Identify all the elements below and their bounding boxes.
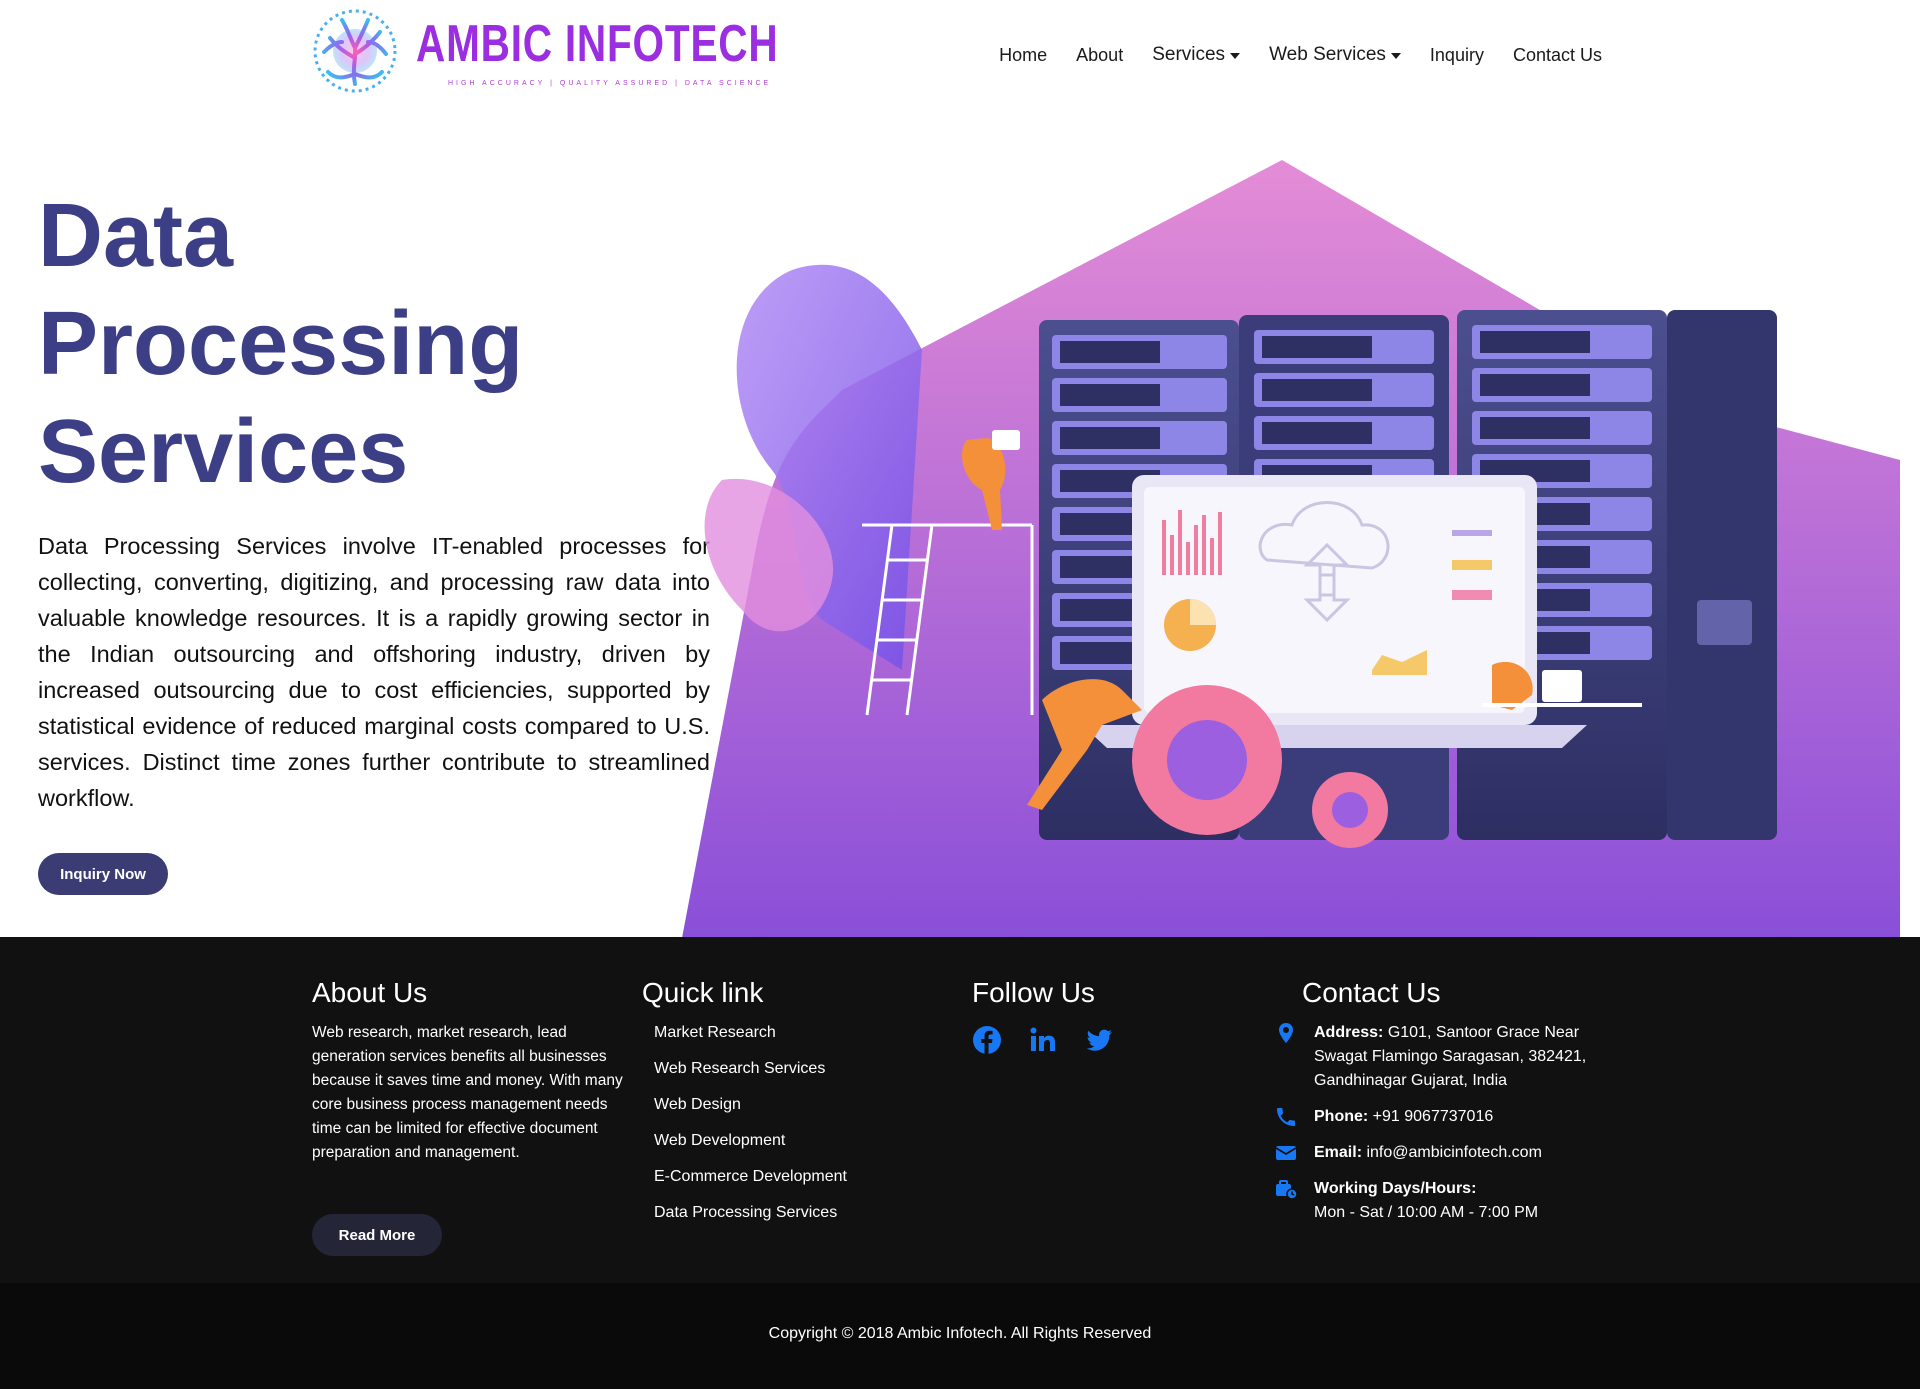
contact-hours: Working Days/Hours: Mon - Sat / 10:00 AM… [1270, 1177, 1610, 1225]
linkedin-icon[interactable] [1028, 1025, 1058, 1055]
nav-about-label: About [1076, 44, 1124, 65]
phone-icon [1277, 1108, 1295, 1126]
brand-logo[interactable]: AMBIC INFOTECH HIGH ACCURACY | QUALITY A… [312, 6, 778, 96]
quick-link-list: Market Research Web Research Services We… [654, 1021, 847, 1237]
twitter-icon[interactable] [1084, 1025, 1114, 1055]
brand-tagline: HIGH ACCURACY | QUALITY ASSURED | DATA S… [448, 80, 772, 87]
hero-description: Data Processing Services involve IT-enab… [38, 533, 710, 811]
nav-web-services[interactable]: Web Services [1269, 44, 1401, 66]
phone-value[interactable]: +91 9067737016 [1373, 1108, 1494, 1125]
nav-home[interactable]: Home [999, 45, 1047, 66]
page-title: Data Processing Services [38, 182, 718, 506]
email-value[interactable]: info@ambicinfotech.com [1366, 1144, 1541, 1161]
caret-down-icon [1390, 53, 1401, 59]
title-line-1: Data [38, 186, 234, 286]
nav-web-services-label: Web Services [1269, 44, 1386, 65]
address-label: Address: [1314, 1024, 1384, 1041]
footer-contact-heading: Contact Us [1302, 977, 1441, 1008]
footer-follow-heading: Follow Us [972, 977, 1095, 1008]
social-links [972, 1025, 1114, 1055]
hours-label: Working Days/Hours: [1314, 1180, 1477, 1197]
site-footer: About Us Web research, market research, … [0, 937, 1920, 1283]
read-more-button[interactable]: Read More [312, 1214, 442, 1256]
nav-contact-us[interactable]: Contact Us [1513, 45, 1602, 66]
nav-services[interactable]: Services [1152, 44, 1241, 66]
quick-link-data-processing-services[interactable]: Data Processing Services [654, 1201, 847, 1237]
nav-services-label: Services [1152, 44, 1226, 65]
data-center-illustration [682, 160, 1900, 938]
nav-home-label: Home [999, 44, 1048, 65]
inquiry-now-button[interactable]: Inquiry Now [38, 853, 168, 895]
contact-phone: Phone: +91 9067737016 [1270, 1105, 1610, 1129]
nav-contact-label: Contact Us [1512, 44, 1602, 65]
site-header: AMBIC INFOTECH HIGH ACCURACY | QUALITY A… [0, 0, 1920, 108]
facebook-icon[interactable] [972, 1025, 1002, 1055]
contact-address: Address: G101, Santoor Grace Near Swagat… [1270, 1021, 1610, 1093]
envelope-icon [1275, 1146, 1297, 1160]
contact-email: Email: info@ambicinfotech.com [1270, 1141, 1610, 1165]
quick-link-web-development[interactable]: Web Development [654, 1129, 847, 1165]
quick-link-market-research[interactable]: Market Research [654, 1021, 847, 1057]
nav-inquiry[interactable]: Inquiry [1430, 45, 1484, 66]
quick-link-ecommerce-development[interactable]: E-Commerce Development [654, 1165, 847, 1201]
footer-about-text: Web research, market research, lead gene… [312, 1024, 623, 1161]
quick-link-web-design[interactable]: Web Design [654, 1093, 847, 1129]
brand-name: AMBIC INFOTECH [416, 15, 779, 73]
title-line-3: Services [38, 402, 409, 502]
map-pin-icon [1279, 1023, 1293, 1043]
nav-inquiry-label: Inquiry [1429, 44, 1484, 65]
tree-logo-icon [313, 9, 397, 93]
main-nav: Home About Services Web Services Inquiry… [970, 40, 1602, 70]
email-label: Email: [1314, 1144, 1363, 1161]
business-clock-icon [1276, 1180, 1298, 1200]
footer-about-heading: About Us [312, 977, 428, 1008]
phone-label: Phone: [1314, 1108, 1369, 1125]
footer-quick-link-heading: Quick link [642, 977, 764, 1008]
title-line-2: Processing [38, 294, 524, 394]
contact-details: Address: G101, Santoor Grace Near Swagat… [1270, 1021, 1610, 1237]
nav-about[interactable]: About [1076, 45, 1123, 66]
hours-value: Mon - Sat / 10:00 AM - 7:00 PM [1314, 1204, 1539, 1221]
caret-down-icon [1230, 53, 1241, 59]
copyright-text: Copyright © 2018 Ambic Infotech. All Rig… [768, 1325, 1152, 1342]
quick-link-web-research-services[interactable]: Web Research Services [654, 1057, 847, 1093]
